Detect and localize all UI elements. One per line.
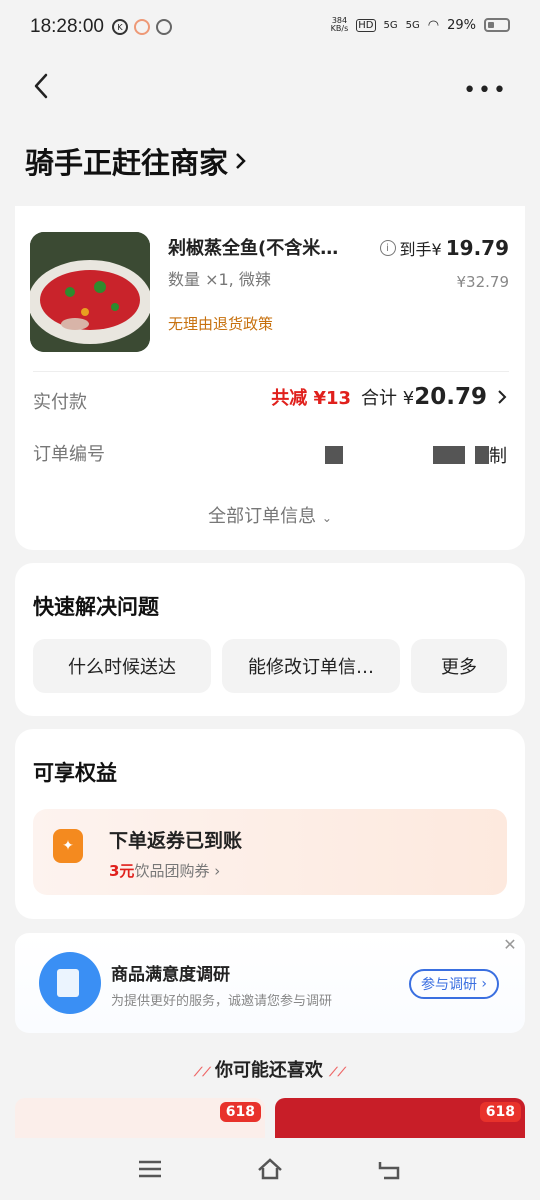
survey-document-icon — [39, 952, 101, 1014]
home-icon[interactable] — [256, 1156, 284, 1182]
signal-5g-icon: 5G — [383, 19, 398, 31]
coupon-subtitle: 3元饮品团购券 › — [109, 860, 220, 881]
system-nav-bar — [0, 1138, 540, 1200]
redaction-block — [325, 446, 343, 464]
app-k-icon: K — [112, 19, 128, 35]
wifi-icon: ◠ — [427, 17, 440, 33]
total-label: 合计 ¥ — [361, 388, 415, 409]
coupon-title: 下单返券已到账 — [109, 830, 243, 852]
redaction-block — [475, 446, 489, 464]
benefit-card: 可享权益 ✦ 下单返券已到账 3元饮品团购券 › — [15, 729, 525, 919]
fish-dish-image — [30, 232, 150, 352]
decor-right-icon: ⟋⟋ — [329, 1065, 347, 1079]
coupon-icon: ✦ — [53, 829, 83, 863]
delivery-status-title[interactable]: 骑手正赶往商家 — [25, 140, 248, 182]
divider — [33, 371, 509, 372]
benefit-title: 可享权益 — [33, 761, 117, 785]
battery-icon — [484, 18, 510, 32]
chevron-right-icon: › — [476, 976, 488, 992]
discount-amount: 共减 ¥13 — [271, 388, 352, 409]
join-survey-label: 参与调研 — [420, 977, 477, 993]
decor-left-icon: ⟋⟋ — [193, 1065, 215, 1079]
survey-subtitle: 为提供更好的服务，诚邀请您参与调研 — [111, 994, 333, 1009]
menu-icon[interactable] — [136, 1156, 164, 1182]
status-time: 18:28:00 — [30, 16, 104, 37]
chevron-right-icon — [498, 390, 507, 404]
wechat-icon — [156, 19, 172, 35]
recommend-header: ⟋⟋ 你可能还喜欢 ⟋⟋ — [0, 1056, 540, 1082]
net-speed-unit: KB/s — [330, 24, 349, 33]
back-nav-icon[interactable] — [376, 1156, 404, 1182]
close-icon[interactable]: ✕ — [500, 935, 520, 955]
product-image[interactable] — [30, 232, 150, 352]
chevron-right-icon — [236, 153, 246, 169]
redaction-block — [433, 446, 465, 464]
coupon-banner[interactable]: ✦ 下单返券已到账 3元饮品团购券 › — [33, 809, 507, 895]
quick-solve-card: 快速解决问题 什么时候送达 能修改订单信… 更多 — [15, 563, 525, 716]
survey-title: 商品满意度调研 — [111, 965, 230, 985]
join-survey-button[interactable]: 参与调研 › — [409, 969, 499, 999]
survey-card: 商品满意度调研 为提供更好的服务，诚邀请您参与调研 参与调研 › ✕ — [15, 933, 525, 1033]
battery-percent: 29% — [447, 17, 476, 33]
original-price: ¥32.79 — [456, 273, 510, 291]
chip-modify-order[interactable]: 能修改订单信… — [222, 639, 400, 693]
final-price: 19.79 — [445, 236, 509, 260]
status-notification-icons: K — [112, 19, 172, 35]
paid-label: 实付款 — [33, 392, 87, 413]
coupon-desc: 饮品团购券 — [134, 862, 210, 880]
sale-badge: 618 — [479, 1102, 521, 1122]
net-speed: 384 KB/s — [331, 17, 349, 33]
chevron-right-icon: › — [214, 862, 221, 880]
signal-5g-icon-2: 5G — [405, 19, 420, 31]
final-price-label: 到手¥ — [399, 240, 442, 259]
status-bar: 18:28:00 K 384 KB/s HD 5G 5G ◠ 29% — [0, 0, 540, 58]
quick-solve-title: 快速解决问题 — [33, 595, 159, 619]
chip-more[interactable]: 更多 — [411, 639, 507, 693]
product-qty-spec: 数量 ×1, 微辣 — [168, 270, 271, 289]
total-amount: 20.79 — [414, 384, 487, 410]
all-order-info-label: 全部订单信息 — [208, 506, 317, 527]
back-icon[interactable] — [30, 72, 54, 100]
product-name[interactable]: 剁椒蒸全鱼(不含米… — [168, 234, 378, 260]
final-price-row: i 到手¥ 19.79 — [379, 236, 509, 260]
nav-bar: ••• — [0, 58, 540, 118]
status-right: 384 KB/s HD 5G 5G ◠ 29% — [331, 17, 510, 33]
order-no-value: 制 — [325, 442, 507, 468]
return-policy: 无理由退货政策 — [168, 315, 274, 333]
recommend-item-2[interactable]: 618 — [275, 1098, 525, 1138]
order-no-label: 订单编号 — [33, 444, 105, 465]
chevron-down-icon: ⌄ — [321, 511, 332, 525]
all-order-info-toggle[interactable]: 全部订单信息 ⌄ — [15, 502, 525, 528]
more-icon[interactable]: ••• — [463, 78, 508, 103]
delivery-status-text: 骑手正赶往商家 — [25, 146, 229, 180]
order-no-tail: 制 — [489, 446, 507, 467]
info-icon[interactable]: i — [379, 240, 396, 256]
app-notice-icon — [134, 19, 150, 35]
sale-badge: 618 — [219, 1102, 261, 1122]
hd-icon: HD — [356, 18, 376, 32]
coupon-amount: 3元 — [109, 862, 135, 880]
order-card: 剁椒蒸全鱼(不含米… 数量 ×1, 微辣 无理由退货政策 i 到手¥ 19.79… — [15, 206, 525, 550]
recommend-item-1[interactable]: 618 — [15, 1098, 265, 1138]
recommend-title: 你可能还喜欢 — [214, 1060, 323, 1081]
paid-summary[interactable]: 共减 ¥13 合计 ¥ 20.79 — [271, 384, 507, 410]
chip-when-deliver[interactable]: 什么时候送达 — [33, 639, 211, 693]
